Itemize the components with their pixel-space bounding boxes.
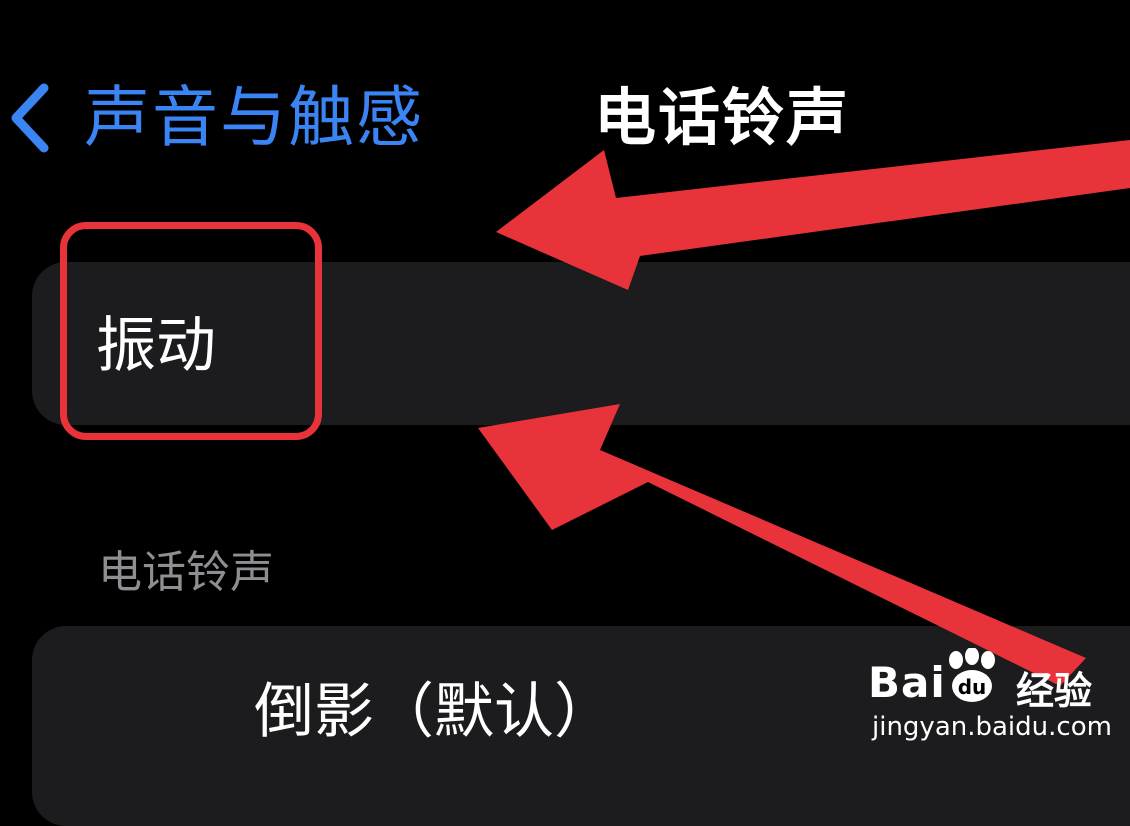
annotation-highlight-box (60, 222, 322, 440)
back-label: 声音与触感 (84, 79, 424, 156)
page-title: 电话铃声 (594, 81, 851, 154)
paw-icon: du (949, 648, 995, 702)
ringtone-section-header: 电话铃声 (98, 547, 274, 598)
svg-text:du: du (958, 675, 987, 699)
back-button[interactable]: 声音与触感 (6, 82, 424, 154)
watermark-url: jingyan.baidu.com (872, 712, 1112, 742)
baidu-watermark: Bai du 经验 jingyan.baidu.com (868, 648, 1123, 748)
chevron-left-icon (11, 83, 49, 153)
ringtone-label: 倒影（默认） (254, 677, 614, 747)
watermark-brand: Bai (868, 658, 946, 707)
watermark-suffix: 经验 (1016, 669, 1093, 713)
